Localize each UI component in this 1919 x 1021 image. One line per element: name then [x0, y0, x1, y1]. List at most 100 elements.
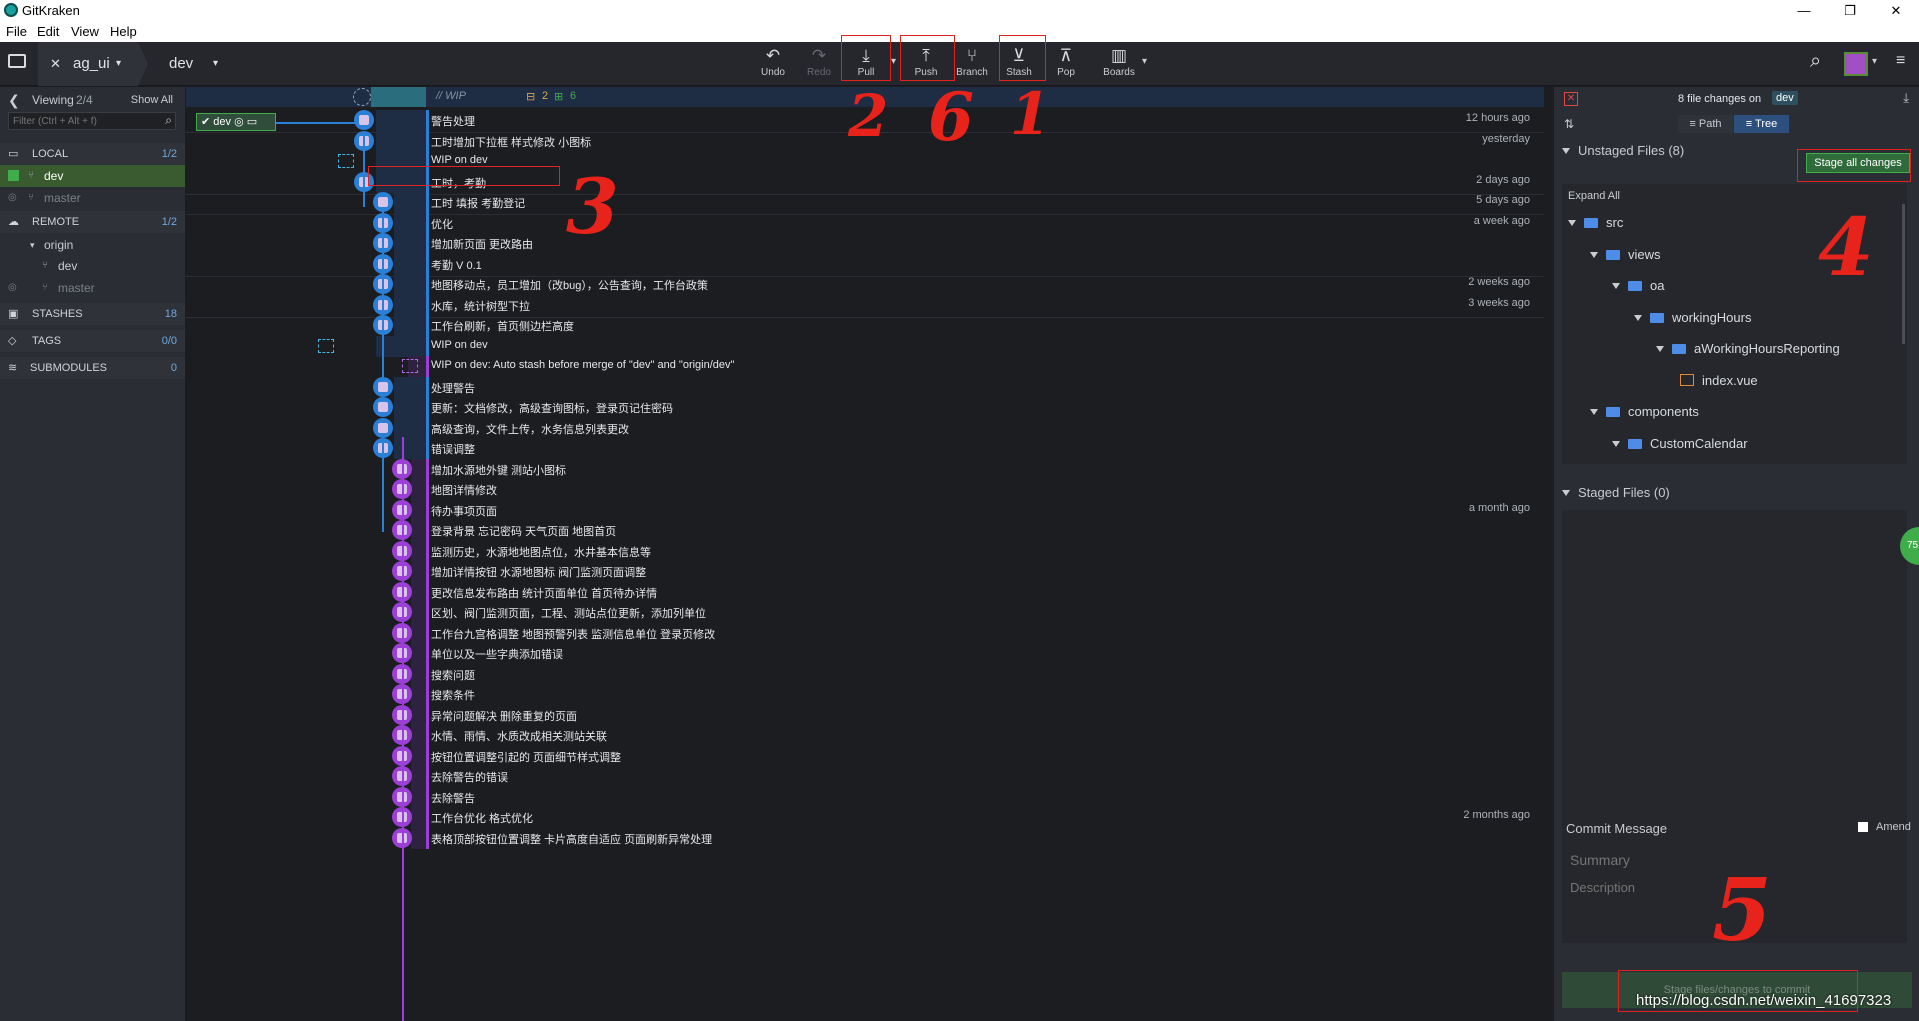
- commit-message: 更新：文档修改，高级查询图标，登录页记住密码: [431, 403, 673, 415]
- branch-name[interactable]: dev: [169, 42, 193, 86]
- commit-message: 更改信息发布路由 统计页面单位 首页待办详情: [431, 587, 658, 600]
- staged-header[interactable]: Staged Files (0): [1562, 482, 1917, 504]
- branch-chevron-down-icon[interactable]: ▾: [213, 42, 218, 86]
- avatar[interactable]: [1844, 52, 1868, 76]
- graph-line: [382, 442, 384, 532]
- layers-icon: ≋: [8, 362, 18, 374]
- commit-node-avatar[interactable]: [373, 417, 393, 438]
- redo-icon: ↷: [811, 46, 827, 65]
- redo-button[interactable]: ↷ Redo: [796, 46, 842, 84]
- sort-icon[interactable]: ⇅: [1564, 117, 1574, 131]
- tree-folder-src[interactable]: src: [1568, 213, 1623, 233]
- commit-message: 水库，统计树型下拉: [431, 300, 530, 313]
- commit-time: 2 months ago: [1463, 809, 1530, 821]
- menu-view[interactable]: View: [71, 24, 99, 39]
- commit-node-avatar[interactable]: [354, 110, 374, 130]
- annotation-box-push: [900, 35, 955, 81]
- stash-node-icon[interactable]: [318, 338, 334, 353]
- remote-branch-dev[interactable]: ⑂ dev: [0, 255, 185, 277]
- tree-label: src: [1606, 215, 1624, 230]
- commit-node-avatar[interactable]: [373, 397, 393, 417]
- folder-icon[interactable]: [8, 54, 26, 68]
- tree-label: index.vue: [1702, 373, 1758, 388]
- annotation-number-2: 2: [848, 82, 889, 150]
- close-icon[interactable]: ✕: [1873, 0, 1919, 21]
- menu-help[interactable]: Help: [110, 24, 137, 39]
- window-title: GitKraken: [22, 3, 80, 18]
- stash-node-icon[interactable]: [402, 359, 418, 373]
- commit-message: 异常问题解决 删除重复的页面: [431, 710, 578, 723]
- local-branch-dev[interactable]: ⑂ dev: [0, 165, 185, 187]
- commit-graph: // WIP ⊟ 2 ⊞ 6 ✔ dev ◎ ▭ 警告处理 12 hours ag…: [186, 87, 1544, 1021]
- expand-all-button[interactable]: Expand All: [1568, 190, 1620, 202]
- tree-folder-aworkinghoursreporting[interactable]: aWorkingHoursReporting: [1656, 339, 1840, 359]
- caret-down-icon: ▾: [30, 240, 35, 250]
- wip-add-count: 6: [570, 90, 577, 102]
- tree-icon: ≡: [1745, 118, 1753, 130]
- folder-icon: [1628, 439, 1642, 449]
- tree-folder-views[interactable]: views: [1590, 245, 1661, 265]
- tags-section[interactable]: ◇ TAGS 0/0: [0, 330, 185, 352]
- remote-origin[interactable]: ▾ origin: [0, 234, 185, 256]
- menu-icon[interactable]: ≡: [1896, 52, 1905, 70]
- commit-message: WIP on dev: Auto stash before merge of "…: [431, 359, 735, 371]
- close-repo-icon[interactable]: ✕: [50, 42, 61, 86]
- tree-label: workingHours: [1672, 310, 1752, 325]
- filter-input[interactable]: [9, 113, 149, 130]
- caret-down-icon: [1562, 148, 1570, 154]
- submodules-section[interactable]: ≋ SUBMODULES 0: [0, 357, 185, 379]
- caret-down-icon: [1612, 283, 1620, 289]
- left-panel: ❮ Viewing 2/4 Show All ⌕ ▭ LOCAL 1/2 ⑂ d…: [0, 87, 185, 1021]
- avatar-chevron-down-icon[interactable]: ▾: [1872, 56, 1877, 67]
- back-circle-icon[interactable]: ❮: [8, 89, 20, 111]
- tree-folder-workinghours[interactable]: workingHours: [1634, 308, 1751, 328]
- remote-branch-master[interactable]: ◎ ⑂ master: [0, 277, 185, 299]
- commit-message: 监测历史，水源地地图点位，水井基本信息等: [431, 546, 651, 559]
- redo-label: Redo: [807, 67, 831, 78]
- tree-folder-customcalendar[interactable]: CustomCalendar: [1612, 434, 1748, 454]
- remote-section[interactable]: ☁ REMOTE 1/2: [0, 211, 185, 233]
- commit-message: 去除警告: [431, 792, 475, 805]
- pull-dropdown-icon[interactable]: ▾: [891, 56, 896, 67]
- undo-button[interactable]: ↶ Undo: [750, 46, 796, 84]
- boards-button[interactable]: ▥ Boards: [1096, 46, 1142, 84]
- view-path-button[interactable]: ≡ Path: [1678, 115, 1733, 133]
- commit-row-shade: [411, 827, 426, 849]
- repo-chevron-down-icon[interactable]: ▾: [116, 42, 121, 86]
- stash-node-icon[interactable]: [338, 154, 354, 168]
- file-modified-icon: [1680, 374, 1694, 386]
- boards-dropdown-icon[interactable]: ▾: [1142, 56, 1147, 67]
- download-icon[interactable]: ⤓: [1903, 90, 1909, 106]
- amend-checkbox[interactable]: [1858, 822, 1868, 832]
- repo-name[interactable]: ag_ui: [73, 42, 110, 86]
- tree-file-index-vue[interactable]: index.vue: [1680, 371, 1758, 391]
- commit-message: 考勤 V 0.1: [431, 259, 482, 272]
- commit-row[interactable]: 表格顶部按钮位置调整 卡片高度自适应 页面刷新异常处理: [186, 826, 1544, 851]
- annotation-box-stage-all: [1797, 149, 1911, 182]
- menu-edit[interactable]: Edit: [37, 24, 59, 39]
- tree-folder-components[interactable]: components: [1590, 402, 1699, 422]
- menu-file[interactable]: File: [6, 24, 27, 39]
- stashes-section[interactable]: ▣ STASHES 18: [0, 303, 185, 325]
- tree-scrollbar[interactable]: [1902, 204, 1905, 344]
- commit-time: yesterday: [1482, 132, 1530, 145]
- search-icon[interactable]: ⌕: [1810, 50, 1821, 73]
- branch-icon: ⑂: [42, 260, 48, 271]
- maximize-icon[interactable]: ❐: [1827, 0, 1873, 21]
- trash-icon[interactable]: ✕: [1564, 92, 1578, 106]
- show-all-button[interactable]: Show All: [131, 89, 173, 111]
- branch-label: Branch: [956, 67, 988, 78]
- tag-icon: ◇: [8, 335, 17, 347]
- annotation-box-stash: [999, 35, 1046, 81]
- local-branch-master[interactable]: ◎ ⑂ master: [0, 187, 185, 209]
- caret-down-icon: [1634, 315, 1642, 321]
- minimize-icon[interactable]: —: [1781, 0, 1827, 21]
- tree-label: aWorkingHoursReporting: [1694, 341, 1840, 356]
- caret-down-icon: [1562, 490, 1570, 496]
- tree-folder-oa[interactable]: oa: [1612, 276, 1664, 296]
- local-section[interactable]: ▭ LOCAL 1/2: [0, 143, 185, 165]
- boards-label: Boards: [1103, 67, 1135, 78]
- view-tree-button[interactable]: ≡ Tree: [1734, 115, 1789, 133]
- pop-button[interactable]: ⊼ Pop: [1043, 46, 1089, 84]
- view-tree-label: Tree: [1755, 118, 1778, 130]
